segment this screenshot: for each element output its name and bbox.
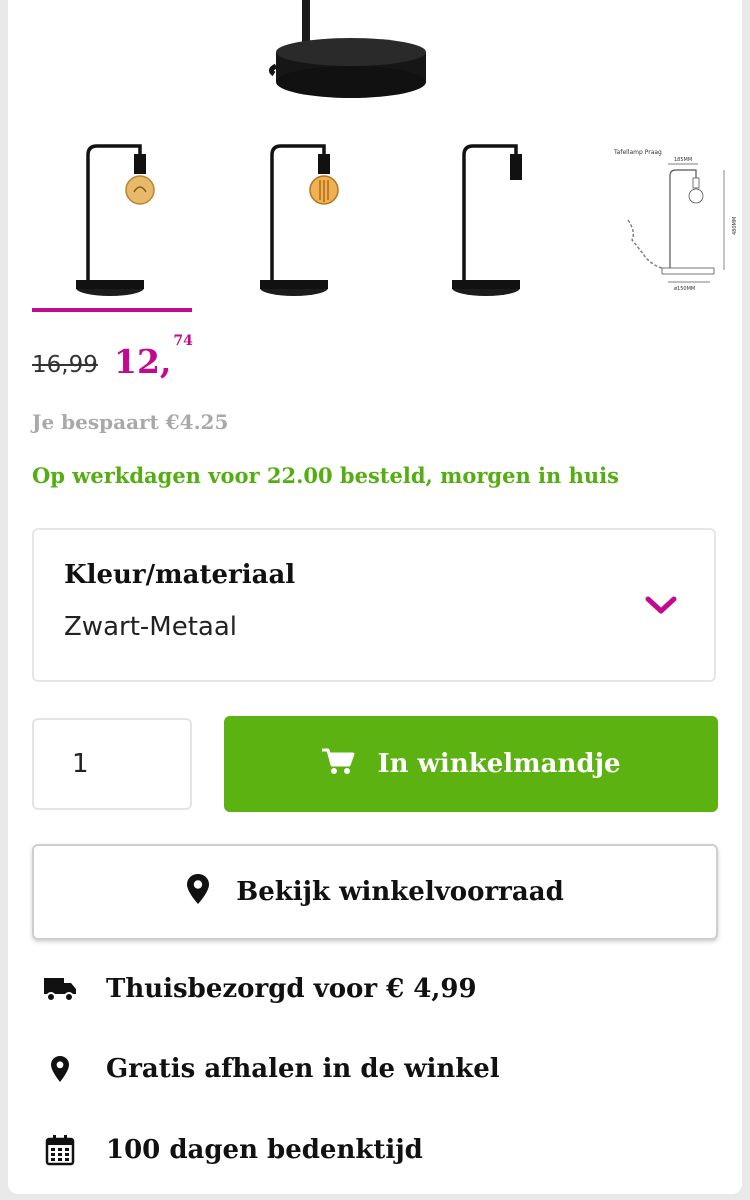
location-pin-icon <box>186 873 210 912</box>
usp-pickup: Gratis afhalen in de winkel <box>40 1054 500 1084</box>
thumbnail-dimensions[interactable]: Tafellamp Praag 185MM 480MM ø150MM <box>602 140 742 305</box>
store-stock-button[interactable]: Bekijk winkelvoorraad <box>32 844 718 940</box>
calendar-icon <box>40 1134 80 1166</box>
dimension-width: 185MM <box>674 157 692 163</box>
usp-return: 100 dagen bedenktijd <box>40 1134 423 1166</box>
thumbnail-lamp-1[interactable] <box>32 140 192 305</box>
new-price: 12,74 <box>114 333 193 381</box>
add-to-cart-label: In winkelmandje <box>377 749 621 779</box>
new-price-cents: 74 <box>173 333 193 349</box>
dimension-height: 480MM <box>732 217 738 235</box>
active-thumbnail-indicator <box>32 308 192 312</box>
product-card: Tafellamp Praag 185MM 480MM ø150MM 16,99… <box>8 0 742 1194</box>
delivery-promise: Op werkdagen voor 22.00 besteld, morgen … <box>32 463 619 488</box>
thumbnail-lamp-2[interactable] <box>216 140 376 305</box>
location-pin-icon <box>40 1055 80 1083</box>
cart-icon <box>321 747 355 782</box>
new-price-main: 12, <box>114 342 172 381</box>
thumbnail-lamp-3[interactable] <box>408 140 568 305</box>
add-to-cart-button[interactable]: In winkelmandje <box>224 716 718 812</box>
main-product-image <box>258 0 438 105</box>
dimension-base: ø150MM <box>674 286 695 292</box>
old-price: 16,99 <box>32 352 98 378</box>
variant-label: Kleur/materiaal <box>64 560 296 590</box>
variant-value: Zwart-Metaal <box>64 612 237 642</box>
quantity-input[interactable] <box>32 718 192 810</box>
saving-text: Je bespaart €4.25 <box>32 410 229 434</box>
usp-delivery: Thuisbezorgd voor € 4,99 <box>40 974 477 1004</box>
usp-delivery-text: Thuisbezorgd voor € 4,99 <box>106 974 477 1004</box>
chevron-down-icon <box>644 594 678 620</box>
dimension-title: Tafellamp Praag <box>613 149 662 156</box>
store-stock-label: Bekijk winkelvoorraad <box>236 877 564 907</box>
usp-return-text: 100 dagen bedenktijd <box>106 1135 423 1165</box>
variant-selector[interactable]: Kleur/materiaal Zwart-Metaal <box>32 528 716 682</box>
usp-pickup-text: Gratis afhalen in de winkel <box>106 1054 500 1084</box>
truck-icon <box>40 976 80 1002</box>
